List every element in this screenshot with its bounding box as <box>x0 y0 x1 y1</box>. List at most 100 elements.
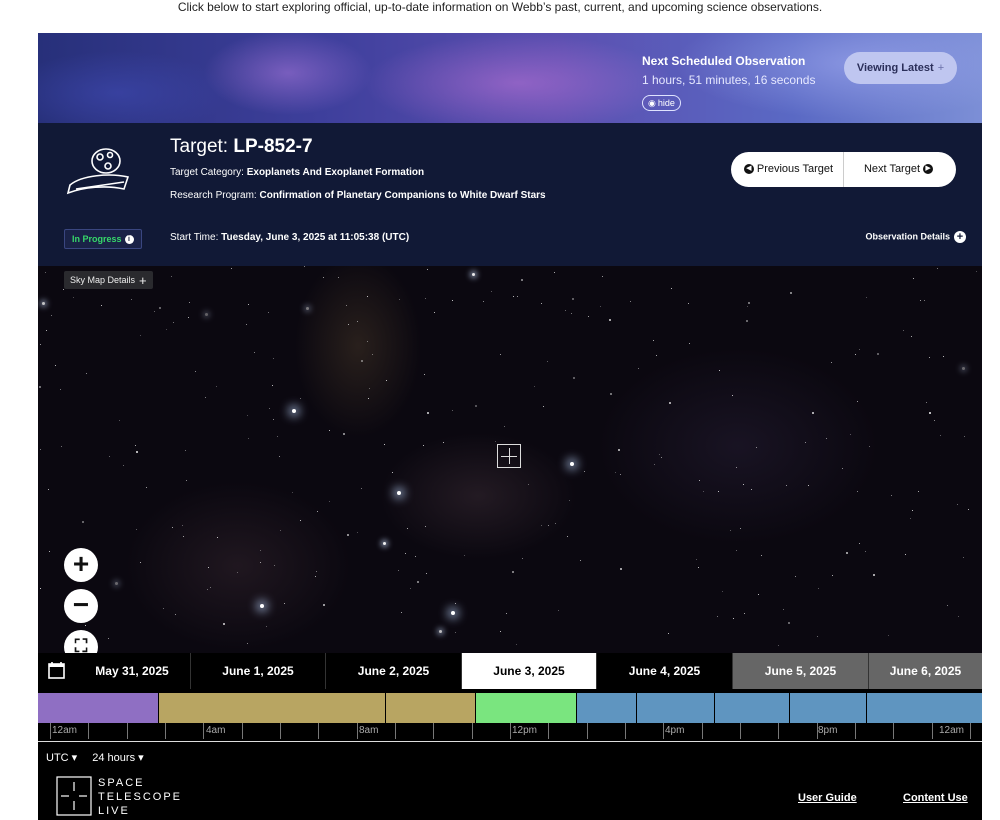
range-select[interactable]: 24 hours ▾ <box>92 752 143 764</box>
star <box>280 530 281 531</box>
timeline-segment[interactable] <box>715 693 789 723</box>
plus-icon: + <box>139 272 147 288</box>
space-telescope-live-logo[interactable]: SPACE TELESCOPE LIVE <box>56 776 180 820</box>
star <box>401 612 402 613</box>
star <box>565 310 566 311</box>
star <box>347 534 349 536</box>
timeline-segment[interactable] <box>38 693 158 723</box>
timeline-segment[interactable] <box>790 693 866 723</box>
timeline-segment[interactable] <box>637 693 714 723</box>
star <box>805 442 806 443</box>
timeline-segment[interactable] <box>867 693 982 723</box>
star <box>865 551 866 552</box>
star <box>610 393 612 395</box>
star <box>873 574 875 576</box>
banner: Next Scheduled Observation 1 hours, 51 m… <box>38 33 982 123</box>
time-label: 4pm <box>665 725 685 736</box>
star <box>661 457 662 458</box>
star <box>260 550 261 551</box>
start-time: Start Time: Tuesday, June 3, 2025 at 11:… <box>170 232 409 243</box>
calendar-icon[interactable] <box>38 653 74 689</box>
star <box>300 520 301 521</box>
user-guide-link[interactable]: User Guide <box>798 792 857 804</box>
star <box>171 276 172 277</box>
zoom-in-button[interactable]: + <box>64 548 98 582</box>
star <box>567 536 568 537</box>
star <box>569 500 570 501</box>
date-tab[interactable]: June 4, 2025 <box>596 653 732 689</box>
star <box>500 631 501 632</box>
star <box>260 562 261 563</box>
date-tab[interactable]: June 2, 2025 <box>325 653 461 689</box>
star <box>217 537 218 538</box>
ruler-tick <box>663 723 664 739</box>
star <box>926 402 927 403</box>
star <box>45 272 46 273</box>
hide-button[interactable]: ◉ hide <box>642 95 681 111</box>
content-use-link[interactable]: Content Use <box>903 792 968 804</box>
star <box>826 438 827 439</box>
star <box>929 412 931 414</box>
star <box>717 616 718 617</box>
star <box>934 420 935 421</box>
timeline-segment[interactable] <box>386 693 475 723</box>
star <box>131 299 132 300</box>
brand-line: TELESCOPE <box>98 791 183 803</box>
star <box>266 626 267 627</box>
next-target-button[interactable]: Next Target ▶ <box>844 152 956 187</box>
timeline-segment[interactable] <box>159 693 385 723</box>
viewing-latest-label: Viewing Latest <box>856 62 934 74</box>
star <box>698 567 699 568</box>
star <box>699 480 700 481</box>
timezone-select[interactable]: UTC ▾ <box>46 752 77 764</box>
date-tab[interactable]: May 31, 2025 <box>74 653 190 689</box>
star <box>424 374 425 375</box>
star <box>329 501 330 502</box>
star <box>357 532 358 533</box>
star <box>392 472 393 473</box>
star <box>415 556 416 557</box>
date-tab[interactable]: June 1, 2025 <box>190 653 325 689</box>
status-badge[interactable]: In Progress i <box>64 229 142 249</box>
star <box>348 324 349 325</box>
star <box>86 373 87 374</box>
bright-star <box>292 409 296 413</box>
star <box>857 401 858 402</box>
star <box>571 313 572 314</box>
timeline-segment[interactable] <box>577 693 636 723</box>
timezone-value: UTC <box>46 752 69 764</box>
star <box>182 525 183 526</box>
date-tab[interactable]: June 5, 2025 <box>732 653 868 689</box>
star <box>937 268 938 269</box>
star <box>580 560 581 561</box>
viewing-latest-button[interactable]: Viewing Latest + <box>844 52 957 84</box>
target-crosshair <box>497 444 521 468</box>
star <box>434 312 435 313</box>
star <box>758 594 759 595</box>
star <box>384 444 385 445</box>
star <box>846 552 848 554</box>
zoom-out-button[interactable]: − <box>64 589 98 623</box>
star <box>659 454 660 455</box>
previous-target-button[interactable]: ◀ Previous Target <box>731 152 844 187</box>
star <box>472 273 475 276</box>
logo-mark-icon <box>56 776 92 816</box>
observation-details-button[interactable]: Observation Details + <box>865 231 966 243</box>
star <box>159 307 161 309</box>
category-value: Exoplanets And Exoplanet Formation <box>246 167 425 178</box>
star <box>316 571 317 572</box>
sky-map-details-button[interactable]: Sky Map Details + <box>64 271 153 289</box>
star <box>49 551 50 552</box>
date-tab[interactable]: June 6, 2025 <box>868 653 982 689</box>
timeline-segment-current[interactable] <box>476 693 576 723</box>
star <box>369 388 370 389</box>
star <box>399 299 400 300</box>
date-tab-selected[interactable]: June 3, 2025 <box>461 653 596 689</box>
star <box>504 426 505 427</box>
star <box>554 272 555 273</box>
star <box>913 278 914 279</box>
sky-map[interactable]: Sky Map Details + + − ⛶ <box>38 266 982 664</box>
star <box>638 368 639 369</box>
star <box>572 298 574 300</box>
star <box>292 492 293 493</box>
